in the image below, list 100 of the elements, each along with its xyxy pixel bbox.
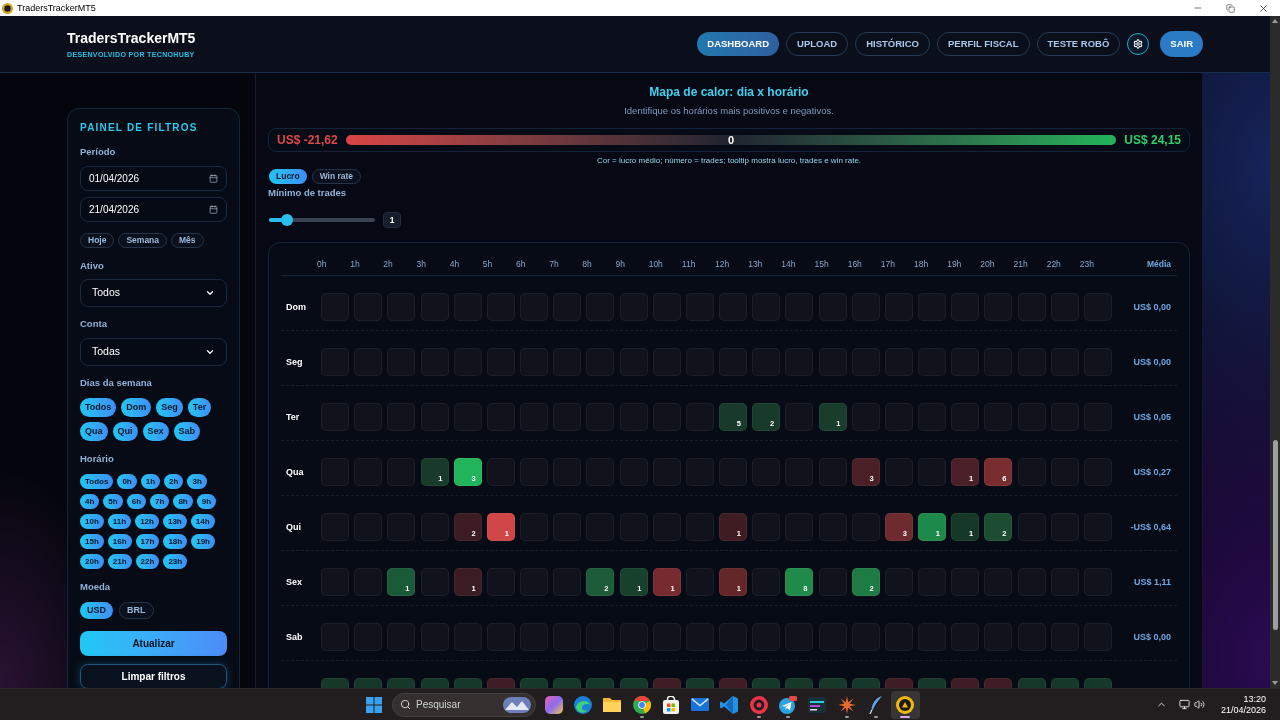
clock-date: 21/04/2026 (1220, 704, 1266, 716)
average-value: US$ 0,00 (1133, 631, 1172, 644)
filter-chip[interactable]: Sex (142, 422, 169, 441)
hour-label: 10h (648, 258, 663, 271)
clear-filters-button[interactable]: Limpar filtros (80, 664, 227, 688)
field-label: Moeda (80, 581, 112, 593)
filter-chip[interactable]: Semana (118, 233, 168, 248)
update-button[interactable]: Atualizar (80, 631, 227, 656)
start-icon[interactable] (366, 696, 382, 713)
paper-plane-icon (779, 695, 797, 714)
average-value: -US$ 0,64 (1130, 521, 1172, 534)
hour-label: 19h (947, 258, 962, 271)
filter-chip[interactable]: 19h (191, 534, 215, 549)
hour-label: 8h (582, 258, 592, 271)
average-value: US$ 0,27 (1133, 466, 1172, 479)
filter-chip[interactable]: Ter (187, 398, 212, 417)
account-select[interactable]: Todas (80, 338, 227, 366)
day-label: Sab (285, 631, 304, 644)
filter-chip[interactable]: 22h (135, 554, 160, 569)
filter-chip[interactable]: Mês (171, 233, 204, 248)
calendar-icon (209, 174, 218, 183)
settings-button[interactable] (1127, 33, 1150, 55)
min-trades-value: 1 (383, 212, 401, 228)
network-icon[interactable] (1178, 699, 1190, 710)
average-value: US$ 1,11 (1133, 576, 1172, 589)
logout-button[interactable]: SAIR (1160, 31, 1203, 57)
filter-chip[interactable]: 17h (135, 534, 160, 549)
filter-chip[interactable]: Seg (156, 398, 183, 417)
heatmap-subtitle: Identifique os horários mais positivos e negativos. (623, 105, 835, 117)
scroll-up-icon[interactable] (1272, 19, 1278, 23)
filter-chip[interactable]: Lucro (269, 169, 307, 184)
filter-chip[interactable]: 10h (80, 514, 104, 529)
date-field[interactable]: 21/04/2026 (80, 197, 227, 222)
field-label: Ativo (80, 260, 105, 272)
filter-chip[interactable]: 11h (107, 514, 132, 529)
filter-chip[interactable]: BRL (119, 602, 154, 619)
settings-icon (1133, 39, 1144, 49)
filter-chip[interactable]: 18h (163, 534, 188, 549)
average-value: US$ 0,05 (1133, 411, 1172, 424)
search-field[interactable]: Pesquisar (392, 692, 536, 717)
ring-icon (749, 695, 768, 714)
filter-chip[interactable]: 4h (80, 494, 100, 509)
filter-chip[interactable]: 2h (164, 474, 184, 489)
app-logo-icon (2, 2, 13, 14)
hour-label: 23h (1079, 258, 1094, 271)
slider-thumb[interactable] (280, 214, 293, 226)
filter-chip[interactable]: 5h (103, 494, 123, 509)
filter-chip[interactable]: 8h (173, 494, 193, 509)
chevron-down-icon (205, 288, 215, 298)
filter-chip[interactable]: 20h (80, 554, 104, 569)
filter-chip[interactable]: 7h (150, 494, 170, 509)
filter-chip[interactable]: USD (80, 602, 113, 619)
filter-chip[interactable]: 9h (196, 494, 217, 509)
hour-label: 6h (516, 258, 526, 271)
field-label: Horário (80, 453, 115, 465)
filter-chip[interactable]: 16h (107, 534, 132, 549)
hour-label: 13h (748, 258, 763, 271)
day-label: Qui (285, 521, 302, 534)
filter-chip[interactable]: Qua (80, 422, 108, 441)
heatmap-title: Mapa de calor: dia x horário (648, 84, 810, 100)
day-label: Sex (285, 576, 303, 589)
hour-label: 14h (781, 258, 796, 271)
filter-chip[interactable]: 12h (135, 514, 159, 529)
scale-mid-label: 0 (727, 134, 735, 146)
hour-label: 17h (880, 258, 895, 271)
window-title: TradersTrackerMT5 (17, 3, 96, 13)
date-field[interactable]: 01/04/2026 (80, 166, 227, 191)
asset-select[interactable]: Todos (80, 279, 227, 307)
filter-chip[interactable]: Win rate (311, 169, 362, 184)
filter-chip[interactable]: 13h (162, 514, 187, 529)
scroll-down-icon[interactable] (1272, 681, 1278, 685)
speaker-icon[interactable] (1193, 699, 1205, 710)
filter-chip[interactable]: Qui (112, 422, 138, 441)
hour-label: 22h (1046, 258, 1061, 271)
filter-chip[interactable]: 23h (163, 554, 188, 569)
slider-label: Mínimo de trades (268, 187, 348, 199)
filter-chip[interactable]: 14h (190, 514, 215, 529)
average-value: US$ 0,00 (1133, 301, 1172, 314)
filter-chip[interactable]: Sab (173, 422, 201, 441)
filter-chip[interactable]: 1h (140, 474, 161, 489)
field-label: Dias da semana (80, 377, 153, 389)
hour-label: 2h (383, 258, 393, 271)
filter-chip[interactable]: 15h (80, 534, 104, 549)
taskbar-button[interactable] (890, 690, 920, 719)
filter-chip[interactable]: 0h (117, 474, 137, 489)
field-label: Conta (80, 318, 108, 330)
nav-tab[interactable]: DASHBOARD (697, 32, 780, 56)
filter-chip[interactable]: 6h (126, 494, 147, 509)
filter-chip[interactable]: Hoje (80, 233, 115, 248)
filter-chip[interactable]: Todos (80, 474, 114, 489)
hour-label: 11h (681, 258, 696, 271)
filter-chip[interactable]: 3h (187, 474, 207, 489)
filter-chip[interactable]: 21h (107, 554, 132, 569)
swirl-icon (573, 695, 592, 714)
hour-label: 12h (715, 258, 730, 271)
filter-chip[interactable]: Todos (80, 398, 117, 417)
hour-label: 3h (416, 258, 426, 271)
hour-label: 9h (615, 258, 625, 271)
scrollbar[interactable] (1270, 16, 1280, 688)
filter-chip[interactable]: Dom (121, 398, 152, 417)
